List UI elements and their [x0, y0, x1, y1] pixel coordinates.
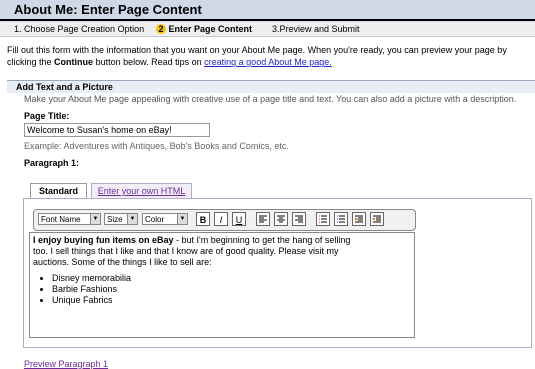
intro-line-1: Fill out this form with the information … [7, 45, 507, 55]
numbered-list-icon [319, 215, 327, 223]
intro-line-2-prefix: clicking the [7, 57, 52, 67]
bold-button[interactable]: B [196, 212, 210, 226]
tips-link[interactable]: creating a good About Me page. [204, 57, 332, 67]
step-2-label: Enter Page Content [168, 24, 253, 34]
page-title-example: Example: Adventures with Antiques, Bob's… [24, 141, 289, 151]
continue-keyword: Continue [54, 57, 94, 67]
page-title: About Me: Enter Page Content [14, 2, 202, 17]
color-value: Color [145, 215, 165, 224]
preview-paragraph-link[interactable]: Preview Paragraph 1 [24, 359, 108, 369]
intro-text: Fill out this form with the information … [7, 44, 527, 68]
bullet-list-button[interactable] [334, 212, 348, 226]
editor-text-line-3: auctions. Some of the things I like to s… [33, 257, 212, 267]
step-indicator: 1. Choose Page Creation Option 2 Enter P… [0, 22, 535, 37]
chevron-down-icon: ▼ [127, 214, 137, 224]
header-rule [0, 19, 535, 21]
bullet-list-icon [337, 215, 345, 223]
underline-button[interactable]: U [232, 212, 246, 226]
page-header: About Me: Enter Page Content [0, 0, 535, 22]
editor-toolbar: Font Name ▼ Size ▼ Color ▼ B I U [33, 209, 416, 231]
section-heading: Add Text and a Picture [7, 80, 535, 93]
size-select[interactable]: Size ▼ [104, 213, 138, 225]
section-description: Make your About Me page appealing with c… [24, 94, 517, 104]
list-item: Disney memorabilia [52, 273, 411, 284]
step-1-label: 1. Choose Page Creation Option [14, 24, 145, 34]
tab-standard[interactable]: Standard [30, 183, 87, 199]
numbered-list-button[interactable] [316, 212, 330, 226]
font-name-select[interactable]: Font Name ▼ [38, 213, 101, 225]
indent-icon [371, 215, 381, 223]
intro-line-2-mid: button below. Read tips on [95, 57, 202, 67]
chevron-down-icon: ▼ [90, 214, 100, 224]
editor-text-line-1: - but I'm beginning to get the hang of s… [173, 235, 351, 245]
editor-bold-text: I enjoy buying fun items on eBay [33, 235, 174, 245]
align-left-icon [259, 215, 267, 223]
indent-button[interactable] [370, 212, 384, 226]
list-item: Unique Fabrics [52, 295, 411, 306]
font-name-value: Font Name [41, 215, 81, 224]
section-heading-text: Add Text and a Picture [16, 82, 113, 92]
step-2-badge: 2 [156, 24, 166, 34]
paragraph-label: Paragraph 1: [24, 158, 80, 168]
page-title-input[interactable]: Welcome to Susan's home on eBay! [24, 123, 210, 137]
italic-button[interactable]: I [214, 212, 228, 226]
editor-text-line-2: too. I sell things that I like and that … [33, 246, 339, 256]
page-title-label: Page Title: [24, 111, 70, 121]
step-2: 2 Enter Page Content [156, 24, 252, 34]
list-item: Barbie Fashions [52, 284, 411, 295]
color-select[interactable]: Color ▼ [142, 213, 188, 225]
paragraph-editor[interactable]: I enjoy buying fun items on eBay - but I… [29, 232, 415, 338]
chevron-down-icon: ▼ [177, 214, 187, 224]
step-3-label: 3.Preview and Submit [272, 24, 360, 34]
align-left-button[interactable] [256, 212, 270, 226]
tab-enter-own-html[interactable]: Enter your own HTML [91, 183, 192, 199]
outdent-button[interactable] [352, 212, 366, 226]
size-value: Size [107, 215, 123, 224]
outdent-icon [354, 215, 363, 223]
align-right-icon [295, 215, 303, 223]
align-center-button[interactable] [274, 212, 288, 226]
align-center-icon [277, 215, 285, 223]
editor-list: Disney memorabilia Barbie Fashions Uniqu… [33, 273, 411, 306]
align-right-button[interactable] [292, 212, 306, 226]
